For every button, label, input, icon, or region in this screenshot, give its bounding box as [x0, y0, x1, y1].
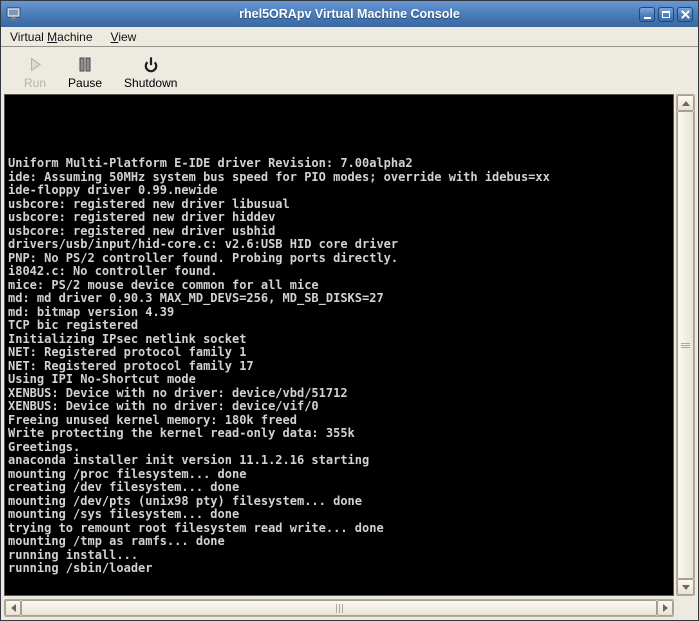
menu-item-view[interactable]: View [111, 30, 137, 44]
vertical-scrollbar-thumb[interactable] [677, 111, 694, 579]
close-button[interactable] [677, 6, 693, 22]
power-icon [143, 56, 159, 73]
menu-label-part: achine [57, 29, 93, 44]
menubar: Virtual Machine View [1, 27, 698, 47]
window-controls [639, 6, 693, 22]
vertical-scrollbar[interactable] [676, 94, 695, 596]
toolbar: Run Pause Shutdown [1, 47, 698, 94]
scroll-left-button[interactable] [5, 600, 21, 616]
scroll-up-button[interactable] [677, 95, 694, 111]
console[interactable]: Uniform Multi-Platform E-IDE driver Revi… [4, 94, 674, 596]
arrow-up-icon [681, 100, 690, 106]
pause-icon [79, 56, 91, 73]
console-area: Uniform Multi-Platform E-IDE driver Revi… [1, 94, 698, 620]
arrow-right-icon [662, 604, 668, 612]
maximize-icon [662, 10, 670, 18]
menu-label-part: iew [118, 29, 137, 44]
scrollbar-grip-icon [681, 342, 690, 349]
menu-label-mnemonic: M [47, 29, 58, 44]
run-button[interactable]: Run [15, 50, 55, 92]
titlebar: rhel5ORApv Virtual Machine Console [1, 1, 698, 27]
run-button-label: Run [24, 76, 47, 90]
shutdown-button-label: Shutdown [124, 76, 178, 90]
scroll-right-button[interactable] [657, 600, 673, 616]
menu-label-part: Virtual [10, 29, 48, 44]
shutdown-button[interactable]: Shutdown [115, 50, 186, 92]
horizontal-scrollbar-thumb[interactable] [21, 600, 657, 616]
pause-button-label: Pause [68, 76, 103, 90]
horizontal-scrollbar[interactable] [4, 599, 674, 617]
vm-console-window: rhel5ORApv Virtual Machine Console Virtu… [0, 0, 699, 621]
menu-item-virtual-machine[interactable]: Virtual Machine [10, 30, 93, 44]
minimize-icon [643, 16, 651, 19]
pause-button[interactable]: Pause [59, 50, 111, 92]
scroll-down-button[interactable] [677, 579, 694, 595]
window-title: rhel5ORApv Virtual Machine Console [239, 7, 460, 21]
window-icon [6, 7, 22, 22]
maximize-button[interactable] [658, 6, 674, 22]
arrow-down-icon [681, 584, 690, 590]
close-icon [680, 9, 690, 19]
play-icon [29, 56, 42, 73]
arrow-left-icon [10, 604, 16, 612]
minimize-button[interactable] [639, 6, 655, 22]
console-output: Uniform Multi-Platform E-IDE driver Revi… [8, 156, 550, 575]
scrollbar-grip-icon [335, 603, 344, 613]
